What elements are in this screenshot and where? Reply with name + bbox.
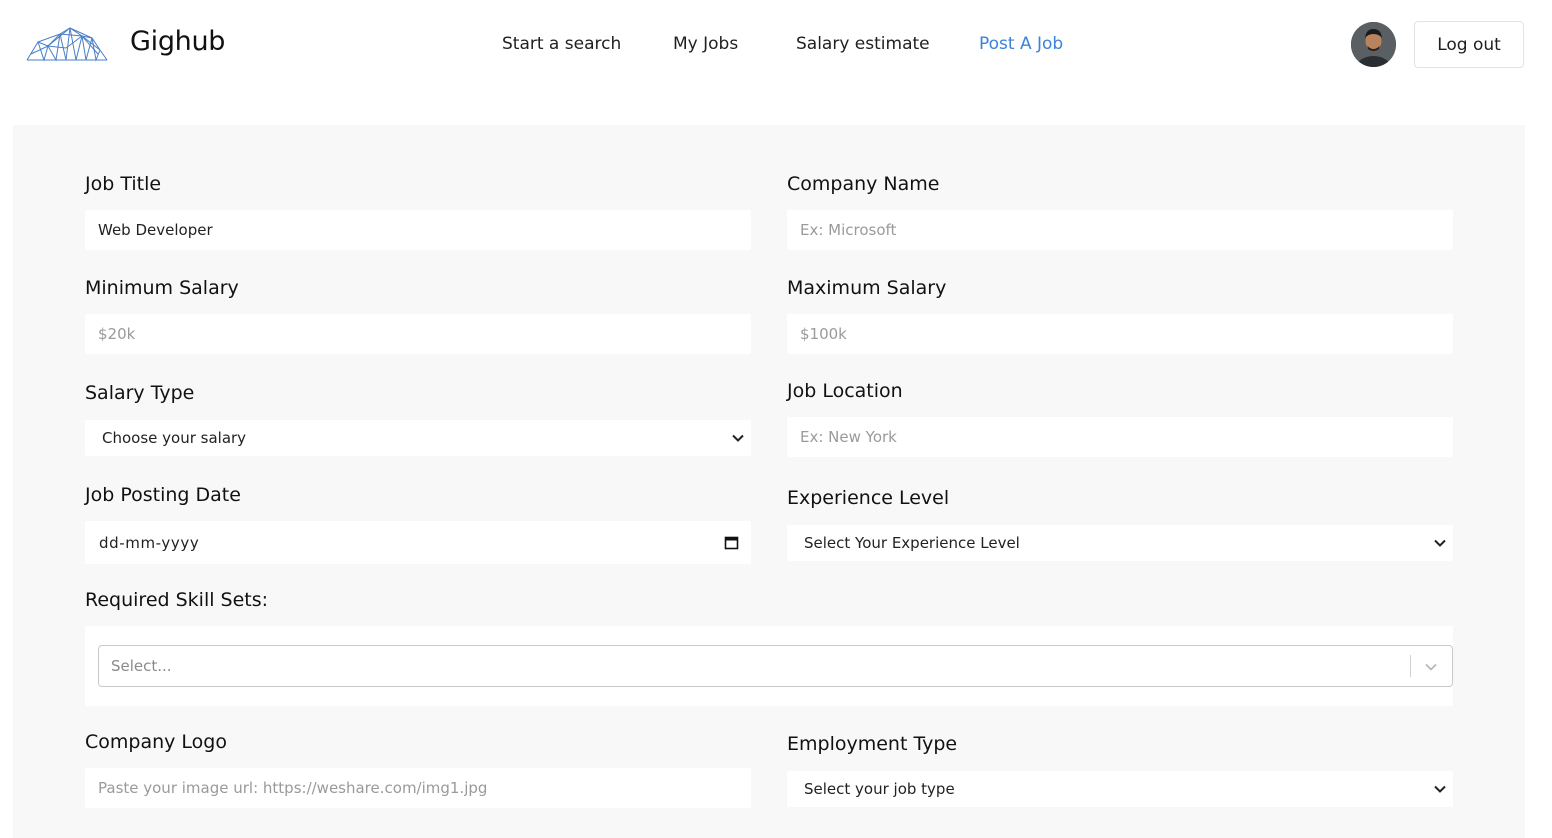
experience-level-selected: Select Your Experience Level [804,534,1020,552]
date-format-text: dd-mm-yyyy [99,533,200,552]
employment-type-label: Employment Type [787,733,958,755]
chevron-down-icon [1434,785,1446,793]
job-location-input[interactable] [787,417,1453,457]
job-location-label: Job Location [787,380,903,402]
calendar-icon[interactable] [724,535,739,550]
experience-level-select[interactable]: Select Your Experience Level [787,525,1453,561]
skills-multiselect[interactable]: Select... [98,645,1453,687]
company-logo-input[interactable] [85,768,751,808]
user-avatar[interactable] [1351,22,1396,67]
company-name-input[interactable] [787,210,1453,250]
salary-type-selected: Choose your salary [102,429,247,447]
mountain-wireframe-logo-icon[interactable] [26,24,108,62]
company-logo-label: Company Logo [85,731,227,753]
top-nav-bar: Gighub Start a search My Jobs Salary est… [0,0,1552,90]
minimum-salary-input[interactable] [85,314,751,354]
indicator-separator [1410,655,1411,677]
salary-type-label: Salary Type [85,382,195,404]
job-posting-date-input[interactable]: dd-mm-yyyy [85,521,751,564]
nav-post-a-job[interactable]: Post A Job [979,34,1063,54]
skills-placeholder: Select... [111,657,172,675]
nav-my-jobs[interactable]: My Jobs [673,34,738,54]
chevron-down-icon [1434,539,1446,547]
skills-container: Select... [85,626,1453,706]
chevron-down-icon [732,434,744,442]
chevron-down-icon[interactable] [1423,659,1439,675]
job-title-label: Job Title [85,173,162,195]
experience-level-label: Experience Level [787,487,950,509]
required-skill-sets-label: Required Skill Sets: [85,589,269,611]
job-posting-date-label: Job Posting Date [85,484,241,506]
post-job-form: Job Title Company Name Minimum Salary Ma… [13,125,1525,838]
employment-type-selected: Select your job type [804,780,955,798]
employment-type-select[interactable]: Select your job type [787,771,1453,807]
maximum-salary-input[interactable] [787,314,1453,354]
job-title-input[interactable] [85,210,751,250]
logout-button[interactable]: Log out [1414,21,1524,68]
brand-name[interactable]: Gighub [130,26,225,57]
nav-salary-estimate[interactable]: Salary estimate [796,34,930,54]
nav-start-a-search[interactable]: Start a search [502,34,621,54]
maximum-salary-label: Maximum Salary [787,277,947,299]
salary-type-select[interactable]: Choose your salary [85,420,751,456]
company-name-label: Company Name [787,173,940,195]
minimum-salary-label: Minimum Salary [85,277,239,299]
